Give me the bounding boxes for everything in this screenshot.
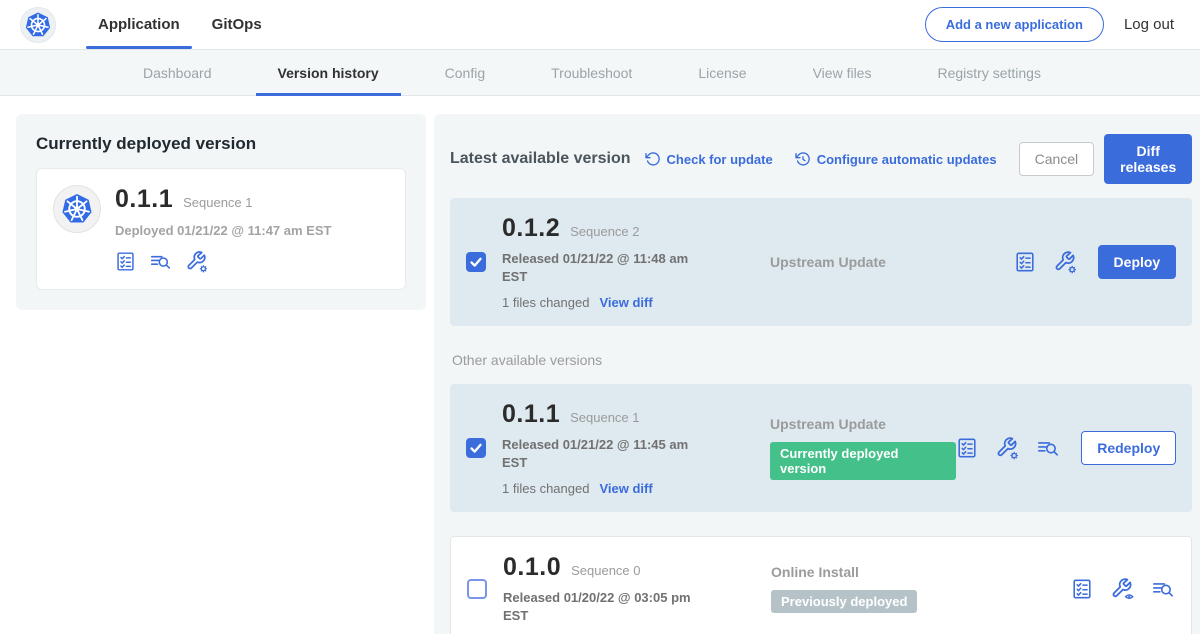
tab-gitops[interactable]: GitOps: [196, 0, 278, 49]
files-changed-label: 1 files changed: [502, 295, 589, 310]
version-checkbox[interactable]: [466, 438, 486, 458]
top-nav: Application GitOps Add a new application…: [0, 0, 1200, 49]
files-changed-label: 1 files changed: [502, 481, 589, 496]
version-number: 0.1.2: [502, 214, 560, 243]
subnav-tab-dashboard[interactable]: Dashboard: [121, 50, 234, 95]
view-logs-icon[interactable]: [1151, 578, 1175, 600]
edit-config-icon[interactable]: [1053, 250, 1077, 274]
deploy-button[interactable]: Deploy: [1098, 245, 1177, 279]
previously-deployed-badge: Previously deployed: [771, 590, 917, 613]
version-checkbox[interactable]: [466, 252, 486, 272]
currently-deployed-panel: Currently deployed version 0.1.1 Sequenc…: [16, 114, 426, 310]
release-notes-icon[interactable]: [1071, 578, 1093, 600]
deployed-version-card: 0.1.1 Sequence 1 Deployed 01/21/22 @ 11:…: [36, 168, 406, 290]
view-diff-link[interactable]: View diff: [599, 295, 652, 310]
version-source-label: Online Install: [771, 564, 1071, 580]
logout-button[interactable]: Log out: [1124, 16, 1180, 33]
tab-application[interactable]: Application: [82, 0, 196, 49]
edit-config-icon[interactable]: [995, 436, 1019, 460]
version-checkbox[interactable]: [467, 579, 487, 599]
released-timestamp: Released 01/21/22 @ 11:48 am EST: [502, 250, 692, 285]
view-logs-icon[interactable]: [149, 251, 172, 272]
version-number: 0.1.1: [502, 400, 560, 429]
version-number: 0.1.0: [503, 553, 561, 582]
edit-config-icon[interactable]: [185, 250, 208, 273]
subnav-tab-config[interactable]: Config: [423, 50, 507, 95]
subnav-tab-version-history[interactable]: Version history: [256, 50, 401, 95]
sequence-label: Sequence 0: [571, 563, 640, 578]
released-timestamp: Released 01/20/22 @ 03:05 pm EST: [503, 589, 693, 624]
diff-releases-button[interactable]: Diff releases: [1104, 134, 1192, 184]
currently-deployed-badge: Currently deployed version: [770, 442, 956, 480]
version-source-label: Upstream Update: [770, 254, 1014, 270]
subnav-tab-registry-settings[interactable]: Registry settings: [915, 50, 1062, 95]
release-notes-icon[interactable]: [1014, 251, 1036, 273]
main-content: Currently deployed version 0.1.1 Sequenc…: [0, 96, 1200, 634]
currently-deployed-title: Currently deployed version: [36, 134, 406, 154]
deployed-sequence-label: Sequence 1: [183, 195, 252, 210]
deployed-timestamp: Deployed 01/21/22 @ 11:47 am EST: [115, 223, 331, 238]
app-sub-nav: Dashboard Version history Config Trouble…: [0, 49, 1200, 96]
redeploy-button[interactable]: Redeploy: [1081, 431, 1176, 465]
other-versions-label: Other available versions: [452, 352, 1192, 368]
clock-refresh-icon: [795, 151, 811, 167]
view-diff-link[interactable]: View diff: [599, 481, 652, 496]
view-logs-icon[interactable]: [1036, 437, 1060, 459]
version-row-0-1-1: 0.1.1 Sequence 1 Released 01/21/22 @ 11:…: [450, 384, 1192, 512]
latest-available-title: Latest available version: [450, 150, 631, 168]
sequence-label: Sequence 1: [570, 410, 639, 425]
kubernetes-logo: [20, 7, 56, 43]
add-new-application-button[interactable]: Add a new application: [925, 7, 1104, 42]
cancel-button[interactable]: Cancel: [1019, 142, 1095, 176]
subnav-tab-license[interactable]: License: [676, 50, 768, 95]
sequence-label: Sequence 2: [570, 224, 639, 239]
configure-automatic-updates-link[interactable]: Configure automatic updates: [795, 151, 997, 167]
available-versions-panel: Latest available version Check for updat…: [434, 114, 1200, 634]
view-config-icon[interactable]: [1110, 577, 1134, 601]
subnav-tab-troubleshoot[interactable]: Troubleshoot: [529, 50, 654, 95]
released-timestamp: Released 01/21/22 @ 11:45 am EST: [502, 436, 692, 471]
deployed-version-number: 0.1.1: [115, 185, 173, 214]
version-source-label: Upstream Update: [770, 416, 956, 432]
app-icon: [53, 185, 101, 233]
check-for-update-link[interactable]: Check for update: [645, 151, 773, 167]
version-row-0-1-2: 0.1.2 Sequence 2 Released 01/21/22 @ 11:…: [450, 198, 1192, 326]
release-notes-icon[interactable]: [956, 437, 978, 459]
release-notes-icon[interactable]: [115, 251, 136, 272]
refresh-icon: [645, 151, 661, 167]
version-row-0-1-0: 0.1.0 Sequence 0 Released 01/20/22 @ 03:…: [450, 536, 1192, 634]
subnav-tab-view-files[interactable]: View files: [791, 50, 894, 95]
